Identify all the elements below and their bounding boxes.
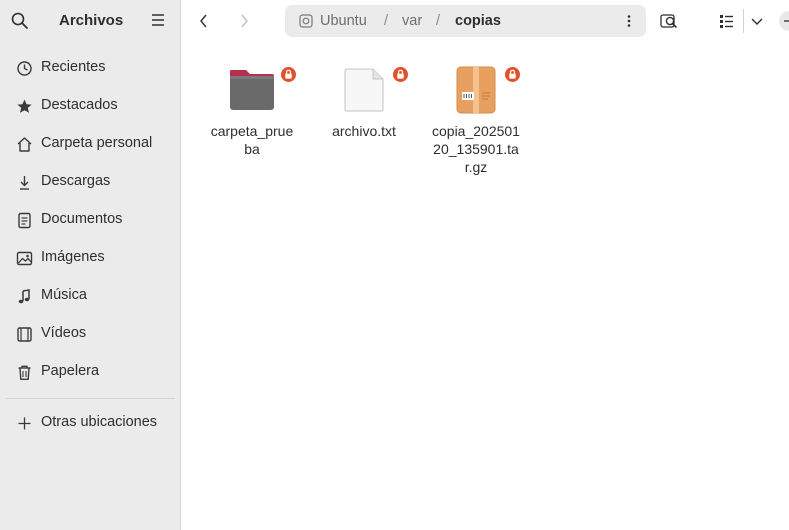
file-view[interactable]: carpeta_prueba archivo.txt copia_2025012… — [181, 42, 789, 530]
sidebar-item-label: Recientes — [41, 59, 106, 75]
app-title: Archivos — [59, 12, 124, 29]
forward-button[interactable] — [234, 11, 254, 31]
file-item[interactable]: archivo.txt — [316, 64, 412, 140]
sidebar-item-label: Imágenes — [41, 249, 105, 265]
sidebar-separator — [6, 398, 175, 399]
drive-icon — [299, 14, 313, 28]
download-icon — [20, 176, 29, 190]
minimize-button[interactable] — [777, 11, 789, 31]
breadcrumb-separator: / — [384, 13, 389, 29]
sidebar-item-label: Carpeta personal — [41, 135, 153, 151]
sidebar-places: Recientes Destacados Carpeta personal De… — [0, 49, 181, 391]
music-icon — [18, 289, 30, 304]
sidebar-item-recientes[interactable]: Recientes — [0, 49, 181, 87]
hamburger-menu-icon[interactable] — [150, 12, 166, 28]
archive-icon — [450, 64, 520, 116]
breadcrumb-ubuntu[interactable]: Ubuntu — [320, 13, 367, 29]
sidebar-item-carpeta-personal[interactable]: Carpeta personal — [0, 125, 181, 163]
sidebar-item-label: Vídeos — [41, 325, 87, 341]
back-button[interactable] — [194, 11, 214, 31]
clock-icon — [17, 61, 32, 76]
sidebar-item-descargas[interactable]: Descargas — [0, 163, 181, 201]
sidebar-item-otras-ubicaciones[interactable]: Otras ubicaciones — [0, 404, 181, 442]
sidebar-item-musica[interactable]: Música — [0, 277, 181, 315]
search-icon[interactable] — [10, 11, 30, 31]
sidebar-item-label: Descargas — [41, 173, 111, 189]
sidebar-item-documentos[interactable]: Documentos — [0, 201, 181, 239]
sidebar-item-destacados[interactable]: Destacados — [0, 87, 181, 125]
sidebar-item-label: Música — [41, 287, 87, 303]
sidebar-item-papelera[interactable]: Papelera — [0, 353, 181, 391]
folder-icon — [226, 64, 296, 116]
search-files-button[interactable] — [659, 11, 679, 31]
sidebar-item-label: Otras ubicaciones — [41, 414, 158, 430]
text-file-icon — [338, 64, 408, 116]
document-icon — [18, 212, 31, 229]
file-item[interactable]: carpeta_prueba — [204, 64, 300, 158]
sidebar-item-label: Papelera — [41, 363, 100, 379]
breadcrumb-copias[interactable]: copias — [455, 13, 501, 29]
file-name: copia_20250120_135901.tar.gz — [432, 123, 520, 175]
sidebar-item-imagenes[interactable]: Imágenes — [0, 239, 181, 277]
list-view-icon[interactable] — [717, 11, 737, 31]
sidebar-header: Archivos — [0, 0, 181, 42]
video-icon — [17, 327, 32, 342]
breadcrumb-separator: / — [436, 13, 441, 29]
header-bar: Ubuntu / var / copias — [181, 0, 789, 42]
lock-icon — [505, 67, 520, 82]
file-name: archivo.txt — [332, 123, 396, 139]
lock-icon — [281, 67, 296, 82]
trash-icon — [18, 365, 31, 380]
breadcrumb-var[interactable]: var — [402, 13, 422, 29]
home-icon — [17, 137, 32, 152]
star-icon — [17, 99, 32, 113]
sidebar-item-videos[interactable]: Vídeos — [0, 315, 181, 353]
path-bar[interactable]: Ubuntu / var / copias — [285, 5, 646, 37]
lock-icon — [393, 67, 408, 82]
chevron-down-icon[interactable] — [747, 11, 767, 31]
sidebar-item-label: Destacados — [41, 97, 118, 113]
sidebar-item-label: Documentos — [41, 211, 123, 227]
toolbar-divider — [743, 9, 744, 33]
sidebar: Archivos Recientes Destacados Carpeta pe… — [0, 0, 181, 530]
plus-icon — [18, 417, 31, 430]
file-name: carpeta_prueba — [210, 123, 294, 157]
file-item[interactable]: copia_20250120_135901.tar.gz — [428, 64, 524, 176]
more-options-icon[interactable] — [622, 14, 636, 28]
image-icon — [16, 251, 33, 266]
